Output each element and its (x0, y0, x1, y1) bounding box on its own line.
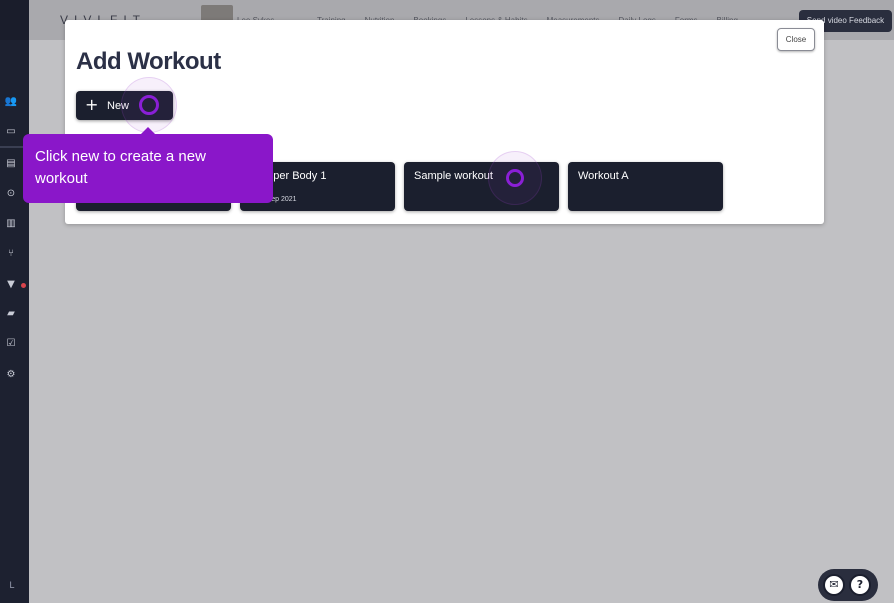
hotspot-ring[interactable] (506, 169, 524, 187)
plus-icon: + (85, 95, 99, 114)
calendar-icon[interactable]: ▭ (4, 125, 18, 139)
close-button[interactable]: Close (777, 28, 815, 51)
sidebar-top (0, 0, 29, 40)
users-icon[interactable]: 👥 (4, 95, 18, 109)
hotspot-ring[interactable] (139, 95, 159, 115)
settings-icon[interactable]: ⚙ (4, 368, 18, 382)
mail-icon[interactable]: ✉ (823, 574, 845, 596)
checklist-icon[interactable]: ☑ (4, 337, 18, 351)
support-widget: ✉ ? (818, 569, 878, 601)
tooltip-arrow (140, 127, 156, 135)
workout-name: Workout A (578, 170, 629, 182)
user-initial[interactable]: L (6, 580, 18, 592)
book-icon[interactable]: ▰ (4, 307, 18, 321)
tooltip-text: Click new to create a new workout (35, 148, 206, 187)
fork-knife-icon[interactable]: ⑂ (4, 247, 18, 261)
modal-title: Add Workout (76, 48, 221, 75)
help-icon[interactable]: ? (849, 574, 871, 596)
chart-icon[interactable]: ▥ (4, 217, 18, 231)
sidebar: 👥 ▭ ▤ ⊙ ▥ ⑂ ▼ ▰ ☑ ⚙ L (0, 0, 29, 603)
cocktail-icon[interactable]: ▼ (4, 278, 18, 292)
workout-card[interactable]: Workout A (568, 162, 723, 211)
target-icon[interactable]: ⊙ (4, 187, 18, 201)
guide-tooltip: Click new to create a new workout (23, 127, 273, 203)
notification-dot (21, 283, 26, 288)
notes-icon[interactable]: ▤ (4, 157, 18, 171)
workout-name: Sample workout (414, 170, 493, 182)
